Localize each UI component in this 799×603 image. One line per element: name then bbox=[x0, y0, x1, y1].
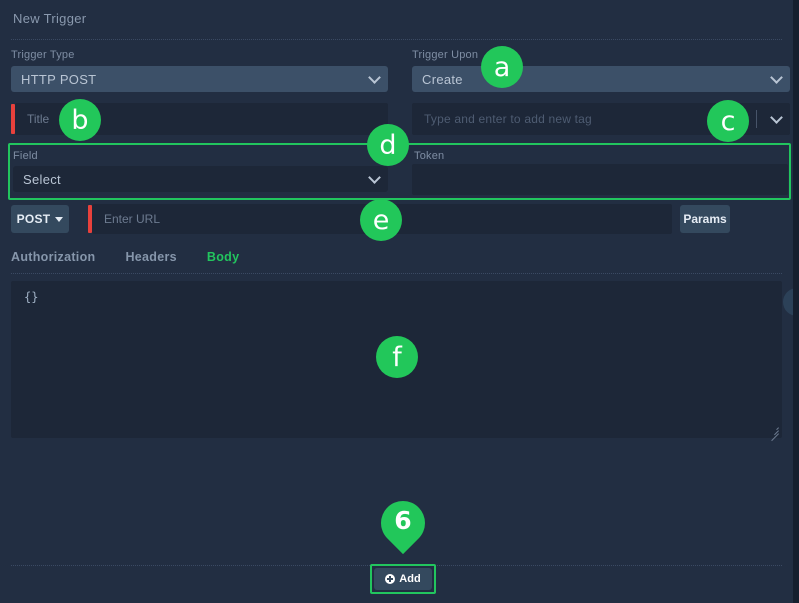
chevron-down-icon bbox=[368, 171, 381, 184]
token-input[interactable] bbox=[412, 164, 788, 195]
right-edge-gutter bbox=[793, 0, 799, 603]
trigger-type-select[interactable]: HTTP POST bbox=[11, 66, 388, 92]
annotation-marker-b: b bbox=[59, 99, 101, 141]
chevron-down-icon[interactable] bbox=[770, 111, 783, 124]
resize-grip-icon[interactable] bbox=[768, 424, 779, 442]
http-method-label: POST bbox=[16, 212, 51, 226]
chevron-down-icon bbox=[770, 71, 783, 84]
trigger-type-label: Trigger Type bbox=[11, 49, 75, 61]
tab-authorization[interactable]: Authorization bbox=[11, 250, 95, 264]
plus-circle-icon bbox=[385, 574, 396, 584]
title-placeholder: Title bbox=[27, 112, 50, 126]
chevron-down-icon bbox=[368, 71, 381, 84]
annotation-marker-c: c bbox=[707, 100, 749, 142]
tags-placeholder: Type and enter to add new tag bbox=[424, 112, 592, 126]
token-label: Token bbox=[414, 150, 445, 162]
add-button[interactable]: Add bbox=[374, 568, 432, 590]
field-label: Field bbox=[13, 150, 38, 162]
annotation-pin-label: 6 bbox=[394, 506, 412, 535]
trigger-upon-label: Trigger Upon bbox=[412, 49, 479, 61]
url-placeholder: Enter URL bbox=[104, 212, 161, 226]
window-header: New Trigger bbox=[0, 0, 793, 40]
annotation-marker-f: f bbox=[376, 336, 418, 378]
field-select[interactable]: Select bbox=[13, 166, 388, 192]
tab-body[interactable]: Body bbox=[207, 250, 239, 264]
annotation-marker-e: e bbox=[360, 199, 402, 241]
new-trigger-window: New Trigger Trigger Type HTTP POST Trigg… bbox=[0, 0, 799, 603]
header-divider bbox=[11, 39, 782, 40]
trigger-type-value: HTTP POST bbox=[21, 71, 97, 87]
annotation-pin-6: 6 bbox=[371, 491, 435, 555]
params-button[interactable]: Params bbox=[680, 205, 730, 233]
body-content: {} bbox=[24, 290, 39, 304]
caret-down-icon bbox=[55, 216, 64, 222]
annotation-marker-a: a bbox=[481, 46, 523, 88]
annotation-marker-d: d bbox=[367, 124, 409, 166]
page-title: New Trigger bbox=[13, 11, 87, 26]
tab-headers[interactable]: Headers bbox=[125, 250, 176, 264]
field-value: Select bbox=[23, 171, 61, 187]
trigger-upon-value: Create bbox=[422, 71, 463, 87]
add-button-label: Add bbox=[399, 573, 421, 585]
trigger-upon-select[interactable]: Create bbox=[412, 66, 790, 92]
request-tabs: Authorization Headers Body bbox=[11, 250, 239, 264]
tabs-divider bbox=[11, 273, 782, 274]
footer-divider bbox=[11, 565, 782, 566]
tags-divider bbox=[756, 110, 757, 128]
http-method-button[interactable]: POST bbox=[11, 205, 69, 233]
